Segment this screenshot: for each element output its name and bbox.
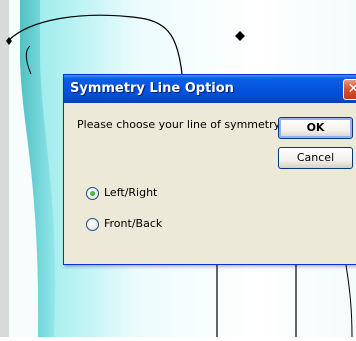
symmetry-line-dialog: Symmetry Line Option ✕ Please choose you…	[63, 74, 356, 265]
radio-button-selected[interactable]	[86, 187, 99, 200]
dialog-titlebar[interactable]: Symmetry Line Option ✕	[64, 75, 356, 103]
close-button[interactable]: ✕	[343, 79, 356, 100]
ok-button[interactable]: OK	[278, 117, 353, 139]
close-icon: ✕	[347, 81, 356, 97]
radio-button[interactable]	[86, 218, 99, 231]
dialog-prompt: Please choose your line of symmetry.	[77, 118, 283, 131]
dialog-title: Symmetry Line Option	[70, 81, 234, 96]
radio-label: Front/Back	[104, 217, 163, 230]
radio-label: Left/Right	[104, 186, 158, 199]
cancel-button[interactable]: Cancel	[278, 147, 353, 169]
viewport-margin	[0, 0, 9, 337]
